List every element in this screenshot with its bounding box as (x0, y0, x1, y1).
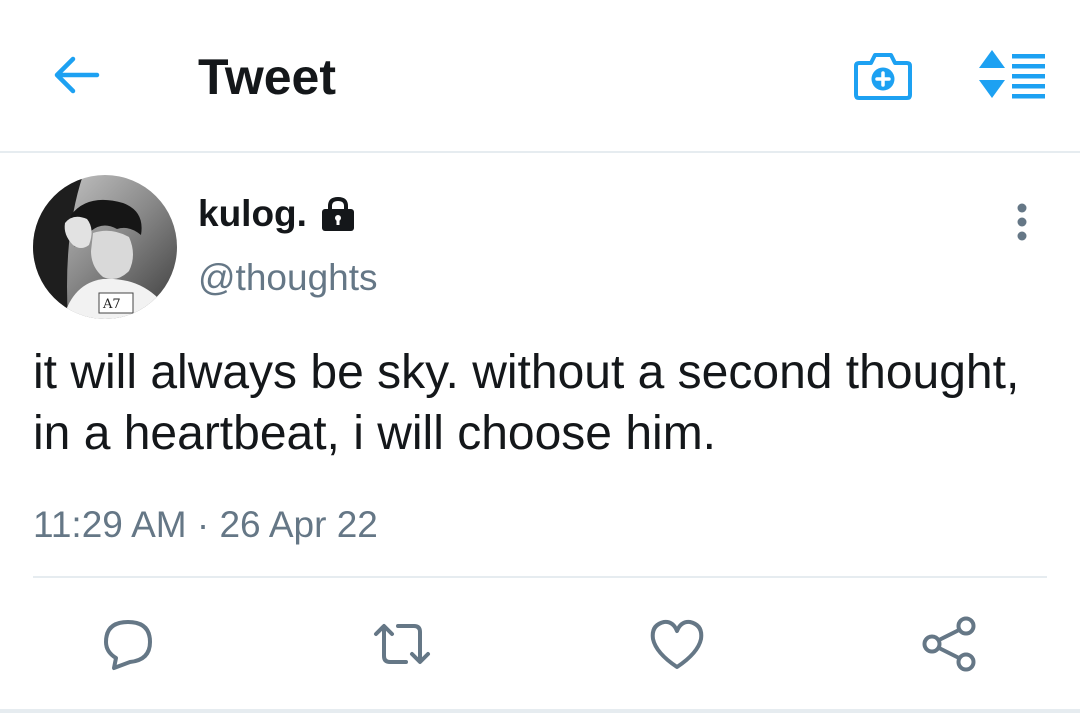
like-button[interactable] (645, 614, 709, 678)
retweet-button[interactable] (370, 614, 434, 678)
top-app-bar: Tweet (0, 0, 1080, 153)
sort-list-icon (977, 46, 1047, 107)
reply-button[interactable] (96, 614, 160, 678)
camera-plus-icon (853, 49, 913, 106)
reply-icon (100, 616, 156, 677)
lock-icon (319, 196, 357, 232)
author-name-row: kulog. (198, 192, 357, 236)
svg-text:A7: A7 (102, 297, 121, 312)
add-photo-button[interactable] (850, 48, 916, 106)
tweet-text: it will always be sky. without a second … (33, 346, 1020, 460)
share-icon (920, 615, 980, 678)
arrow-left-icon (51, 55, 101, 100)
bottom-divider (0, 709, 1080, 713)
more-options-button[interactable] (1000, 196, 1044, 252)
back-button[interactable] (44, 48, 108, 106)
tweet-detail-screen: Tweet A7 kulog. @thoughts it will always… (0, 0, 1080, 713)
avatar[interactable]: A7 (33, 175, 177, 319)
tweet-timestamp: 11:29 AM · 26 Apr 22 (33, 504, 378, 545)
retweet-icon (370, 616, 434, 677)
sort-button[interactable] (972, 44, 1052, 108)
heart-icon (648, 617, 706, 676)
tweet-actions-bar (0, 600, 1080, 690)
author-handle[interactable]: @thoughts (198, 255, 378, 301)
display-name[interactable]: kulog. (198, 192, 307, 236)
page-title: Tweet (198, 49, 336, 105)
share-button[interactable] (918, 614, 982, 678)
more-vertical-icon (1015, 202, 1029, 247)
divider (33, 576, 1047, 578)
